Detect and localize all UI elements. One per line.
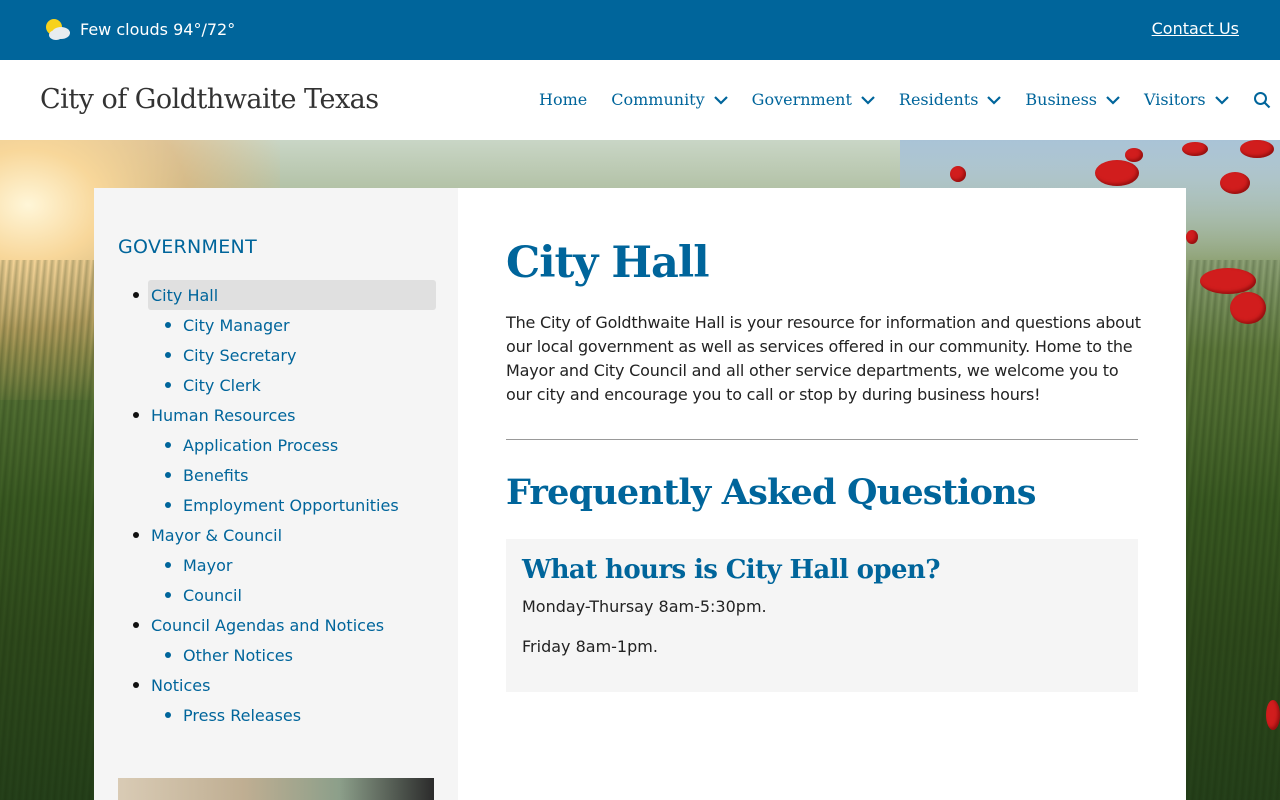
nav-residents-label: Residents	[898, 90, 979, 109]
contact-us-link[interactable]: Contact Us	[1152, 19, 1239, 38]
sidebar-item-label: Council	[183, 585, 242, 605]
top-bar: Few clouds 94°/72° Contact Us	[0, 0, 1280, 60]
sidebar-item-label: City Hall	[151, 285, 219, 305]
chevron-down-icon	[713, 95, 728, 105]
poppy-flower	[1200, 268, 1256, 294]
sidebar-item-notices[interactable]: Notices	[118, 670, 436, 700]
sidebar-item-label: Benefits	[183, 465, 249, 485]
sidebar-heading[interactable]: GOVERNMENT	[118, 236, 257, 258]
faq-item: What hours is City Hall open? Monday-Thu…	[506, 539, 1138, 692]
sidebar-item-other-notices[interactable]: Other Notices	[118, 640, 436, 670]
content-divider	[506, 439, 1138, 440]
main-content: City Hall The City of Goldthwaite Hall i…	[458, 188, 1186, 800]
nav-home-label: Home	[539, 90, 588, 109]
sidebar-item-label: Council Agendas and Notices	[151, 615, 385, 635]
site-title[interactable]: City of Goldthwaite Texas	[40, 84, 379, 115]
nav-business-label: Business	[1025, 90, 1097, 109]
weather-widget: Few clouds 94°/72°	[44, 17, 235, 41]
sidebar-item-press-releases[interactable]: Press Releases	[118, 700, 436, 730]
poppy-flower	[1220, 172, 1250, 194]
sidebar-item-city-hall[interactable]: City Hall	[118, 280, 436, 310]
sidebar-item-council-agendas[interactable]: Council Agendas and Notices	[118, 610, 436, 640]
sidebar-item-label: Human Resources	[151, 405, 296, 425]
chevron-down-icon	[987, 95, 1002, 105]
sidebar-item-city-secretary[interactable]: City Secretary	[118, 340, 436, 370]
chevron-down-icon	[1214, 95, 1229, 105]
poppy-flower	[1182, 142, 1208, 156]
nav-government-label: Government	[751, 90, 852, 109]
faq-answer-line: Monday-Thursay 8am-5:30pm.	[522, 597, 767, 616]
sidebar-item-label: Notices	[151, 675, 211, 695]
sidebar: GOVERNMENT City Hall City Manager City S…	[94, 188, 458, 800]
poppy-flower	[1095, 160, 1139, 186]
poppy-flower	[1125, 148, 1143, 162]
sidebar-item-label: City Secretary	[183, 345, 297, 365]
poppy-flower	[1186, 230, 1198, 244]
nav-community[interactable]: Community	[611, 90, 728, 109]
sidebar-item-city-manager[interactable]: City Manager	[118, 310, 436, 340]
sidebar-item-city-clerk[interactable]: City Clerk	[118, 370, 436, 400]
sidebar-item-label: Press Releases	[183, 705, 302, 725]
nav-home[interactable]: Home	[539, 90, 587, 109]
sidebar-item-mayor[interactable]: Mayor	[118, 550, 436, 580]
page-title: City Hall	[506, 238, 710, 288]
intro-paragraph: The City of Goldthwaite Hall is your res…	[506, 313, 1141, 404]
nav-business[interactable]: Business	[1025, 90, 1120, 109]
sidebar-item-benefits[interactable]: Benefits	[118, 460, 436, 490]
sidebar-item-application-process[interactable]: Application Process	[118, 430, 436, 460]
site-header: City of Goldthwaite Texas Home Community…	[0, 60, 1280, 140]
poppy-flower	[1266, 700, 1280, 730]
nav-community-label: Community	[611, 90, 705, 109]
poppy-flower	[950, 166, 966, 182]
sidebar-item-label: Mayor	[183, 555, 233, 575]
nav-visitors-label: Visitors	[1144, 90, 1206, 109]
chevron-down-icon	[1106, 95, 1120, 105]
sidebar-item-label: Other Notices	[183, 645, 293, 665]
weather-text: Few clouds 94°/72°	[80, 19, 236, 39]
sidebar-image	[118, 778, 434, 800]
chevron-down-icon	[861, 95, 875, 105]
sidebar-item-council[interactable]: Council	[118, 580, 436, 610]
sidebar-item-label: City Manager	[183, 315, 290, 335]
faq-question: What hours is City Hall open?	[522, 555, 940, 585]
sidebar-item-label: Mayor & Council	[151, 525, 283, 545]
sidebar-item-label: Employment Opportunities	[183, 495, 399, 515]
poppy-flower	[1240, 140, 1274, 158]
poppy-flower	[1230, 292, 1266, 324]
sidebar-item-human-resources[interactable]: Human Resources	[118, 400, 436, 430]
nav-residents[interactable]: Residents	[899, 90, 1002, 109]
search-icon[interactable]	[1253, 91, 1271, 109]
faq-heading: Frequently Asked Questions	[506, 472, 1036, 513]
sidebar-item-label: Application Process	[183, 435, 339, 455]
nav-visitors[interactable]: Visitors	[1144, 90, 1229, 109]
sidebar-item-mayor-council[interactable]: Mayor & Council	[118, 520, 436, 550]
main-nav: Home Community Government Residents Busi…	[539, 90, 1271, 109]
sidebar-item-label: City Clerk	[183, 375, 261, 395]
faq-answer-line: Friday 8am-1pm.	[522, 637, 658, 656]
nav-government[interactable]: Government	[752, 90, 875, 109]
sidebar-item-employment-opportunities[interactable]: Employment Opportunities	[118, 490, 436, 520]
sidebar-nav-list: City Hall City Manager City Secretary Ci…	[118, 280, 436, 730]
partly-cloudy-icon	[46, 19, 70, 40]
